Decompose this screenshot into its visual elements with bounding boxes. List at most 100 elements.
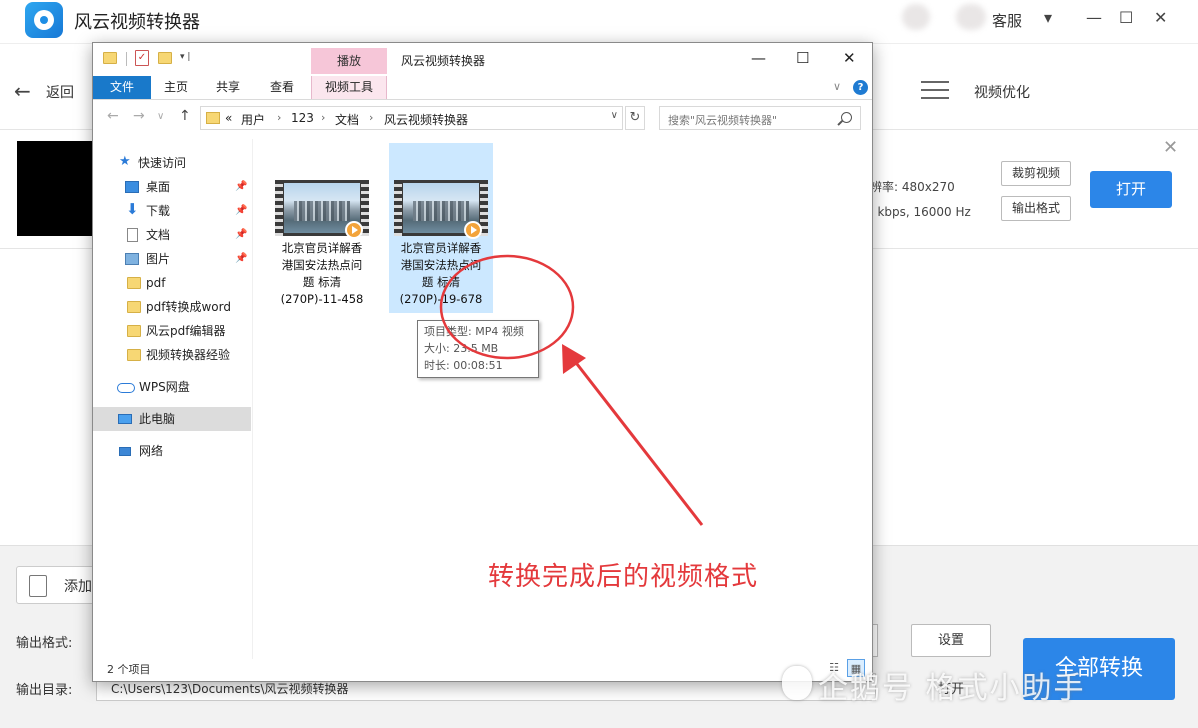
- menu-dropdown-icon[interactable]: ▾: [1044, 8, 1052, 27]
- nav-label: 快速访问: [138, 156, 187, 170]
- picture-icon: [125, 253, 139, 265]
- breadcrumb-item[interactable]: 用户: [241, 111, 265, 128]
- address-dropdown-icon[interactable]: ∨: [611, 110, 618, 121]
- open-button[interactable]: 打开: [1090, 171, 1172, 208]
- tab-video-tools[interactable]: 视频工具: [311, 76, 387, 99]
- explorer-minimize-icon[interactable]: —: [751, 49, 766, 67]
- download-icon: ⬇: [126, 200, 139, 218]
- search-input[interactable]: 搜索"风云视频转换器": [659, 106, 861, 130]
- output-dir-label: 输出目录:: [16, 683, 73, 698]
- folder-icon: [127, 349, 141, 361]
- sliders-icon[interactable]: [921, 75, 949, 105]
- nav-item-documents[interactable]: 文档 📌: [93, 223, 251, 247]
- settings-button[interactable]: 设置: [911, 624, 991, 657]
- pin-icon[interactable]: 📌: [235, 199, 247, 223]
- nav-item-downloads[interactable]: ⬇ 下载 📌: [93, 199, 251, 223]
- row-close-icon[interactable]: ✕: [1163, 137, 1178, 158]
- play-context-tab[interactable]: 播放: [311, 48, 387, 74]
- document-icon: [127, 228, 138, 242]
- breadcrumb-item[interactable]: 风云视频转换器: [384, 111, 468, 128]
- breadcrumb-separator-icon[interactable]: ›: [369, 111, 373, 124]
- support-button[interactable]: 客服: [992, 10, 1022, 31]
- nav-item-pdf-editor[interactable]: 风云pdf编辑器: [93, 319, 251, 343]
- forward-nav-icon[interactable]: →: [133, 108, 145, 124]
- tab-view[interactable]: 查看: [261, 76, 303, 99]
- explorer-close-icon[interactable]: ✕: [843, 49, 856, 67]
- play-badge-icon: [464, 221, 482, 239]
- nav-label: pdf: [146, 276, 166, 290]
- status-bar: 2 个项目 ☷ ▦: [93, 657, 872, 681]
- up-nav-icon[interactable]: ↑: [179, 108, 191, 124]
- watermark-penguin-icon: [782, 666, 812, 700]
- breadcrumb-overflow[interactable]: «: [225, 111, 232, 125]
- nav-item-quick-access[interactable]: ★ 快速访问: [93, 151, 251, 175]
- video-thumbnail: [17, 141, 95, 236]
- new-folder-icon[interactable]: [158, 52, 172, 64]
- explorer-title-bar: ✓ ▾ | 播放 风云视频转换器 — ☐ ✕: [93, 43, 872, 76]
- nav-item-this-pc[interactable]: 此电脑: [93, 407, 251, 431]
- app-title-bar: 风云视频转换器 客服 ▾ — ☐ ✕: [0, 0, 1198, 44]
- pin-icon[interactable]: 📌: [235, 223, 247, 247]
- video-optimize-button[interactable]: 视频优化: [974, 82, 1030, 102]
- breadcrumb-separator-icon[interactable]: ›: [321, 111, 325, 124]
- nav-item-pictures[interactable]: 图片 📌: [93, 247, 251, 271]
- recent-locations-icon[interactable]: ∨: [157, 111, 164, 122]
- video-file-item-selected[interactable]: 北京官员详解香 港国安法热点问 题 标清 (270P)-19-678: [389, 143, 493, 313]
- pin-icon[interactable]: 📌: [235, 175, 247, 199]
- minimize-icon[interactable]: —: [1086, 8, 1102, 27]
- pin-icon[interactable]: 📌: [235, 247, 247, 271]
- nav-item-pdf-to-word[interactable]: pdf转换成word: [93, 295, 251, 319]
- navigation-pane: ★ 快速访问 桌面 📌 ⬇ 下载 📌 文档 📌 图片 📌 pdf pdf转换成w…: [93, 139, 253, 659]
- address-row: ← → ∨ ↑ « 用户 › 123 › 文档 › 风云视频转换器 ∨ ↻ 搜索…: [93, 105, 872, 131]
- search-placeholder: 搜索"风云视频转换器": [668, 114, 778, 127]
- nav-label: WPS网盘: [139, 380, 190, 394]
- breadcrumb-separator-icon[interactable]: ›: [277, 111, 281, 124]
- back-arrow-icon[interactable]: ←: [14, 79, 31, 103]
- properties-check-icon[interactable]: ✓: [135, 50, 149, 66]
- tab-file[interactable]: 文件: [93, 76, 151, 99]
- video-file-item[interactable]: 北京官员详解香 港国安法热点问 题 标清 (270P)-11-458: [270, 143, 374, 313]
- close-icon[interactable]: ✕: [1154, 8, 1167, 27]
- nav-label: 图片: [146, 252, 171, 266]
- add-document-icon: [29, 575, 47, 597]
- nav-item-pdf[interactable]: pdf: [93, 271, 251, 295]
- nav-label: 风云pdf编辑器: [146, 324, 226, 338]
- tab-share[interactable]: 共享: [207, 76, 249, 99]
- help-icon[interactable]: ?: [853, 80, 868, 95]
- address-bar[interactable]: « 用户 › 123 › 文档 › 风云视频转换器 ∨: [200, 106, 623, 130]
- explorer-maximize-icon[interactable]: ☐: [796, 49, 809, 67]
- nav-item-network[interactable]: 网络: [93, 439, 251, 463]
- avatar[interactable]: [902, 4, 930, 30]
- folder-icon: [127, 301, 141, 313]
- refresh-icon[interactable]: ↻: [625, 106, 645, 130]
- computer-icon: [118, 414, 132, 424]
- app-logo-icon: [25, 2, 63, 38]
- app-title: 风云视频转换器: [74, 12, 200, 33]
- tab-home[interactable]: 主页: [155, 76, 197, 99]
- nav-item-desktop[interactable]: 桌面 📌: [93, 175, 251, 199]
- play-badge-icon: [345, 221, 363, 239]
- nav-item-wps-cloud[interactable]: WPS网盘: [93, 375, 251, 399]
- nav-label: 文档: [146, 228, 171, 242]
- output-format-button[interactable]: 输出格式: [1001, 196, 1071, 221]
- address-folder-icon: [206, 112, 220, 124]
- nav-label: 此电脑: [139, 412, 176, 426]
- breadcrumb-item[interactable]: 123: [291, 111, 314, 125]
- breadcrumb-item[interactable]: 文档: [335, 111, 359, 128]
- file-info-tooltip: 项目类型: MP4 视频 大小: 23.5 MB 时长: 00:08:51: [417, 320, 539, 378]
- nav-label: 下载: [146, 204, 171, 218]
- add-file-label: 添加: [64, 579, 92, 595]
- back-nav-icon[interactable]: ←: [107, 108, 119, 124]
- back-button[interactable]: 返回: [46, 82, 74, 102]
- quick-access-folder-icon[interactable]: [103, 52, 117, 64]
- bitrate-text: 2 kbps, 16000 Hz: [866, 205, 971, 219]
- crop-video-button[interactable]: 裁剪视频: [1001, 161, 1071, 186]
- maximize-icon[interactable]: ☐: [1119, 8, 1133, 27]
- customize-toolbar-icon[interactable]: ▾ |: [180, 52, 190, 62]
- tooltip-duration: 时长: 00:08:51: [424, 359, 503, 372]
- nav-label: pdf转换成word: [146, 300, 231, 314]
- nav-item-converter-tips[interactable]: 视频转换器经验: [93, 343, 251, 367]
- expand-ribbon-icon[interactable]: ∨: [833, 80, 841, 93]
- tooltip-size: 大小: 23.5 MB: [424, 342, 499, 355]
- item-count: 2 个项目: [107, 663, 151, 676]
